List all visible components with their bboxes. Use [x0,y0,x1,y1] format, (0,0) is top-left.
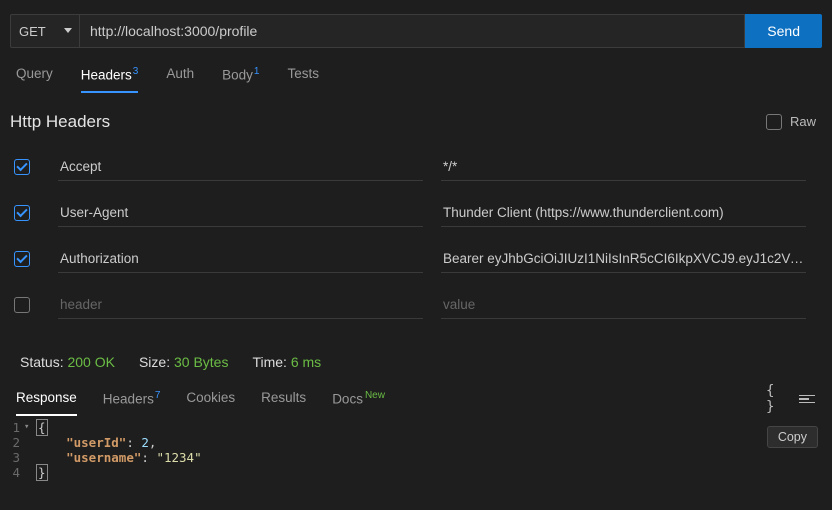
tab-auth[interactable]: Auth [166,58,194,93]
time-block: Time: 6 ms [252,354,321,370]
tab-cookies[interactable]: Cookies [186,382,235,417]
editor-line: 2 "userId": 2, [0,435,832,450]
tab-headers[interactable]: Headers3 [81,58,139,93]
status-value: 200 OK [67,354,114,370]
status-block: Status: 200 OK [20,354,115,370]
fold-icon[interactable]: ▾ [24,420,36,435]
method-select-wrap: GET [10,14,80,48]
response-editor[interactable]: Copy 1▾ { 2 "userId": 2, 3 "username": "… [0,416,832,480]
header-enable-checkbox[interactable] [14,251,30,267]
header-value-input[interactable] [441,245,806,273]
tab-response[interactable]: Response [16,382,77,417]
header-value-input[interactable] [441,199,806,227]
tab-tests[interactable]: Tests [287,58,319,93]
raw-toggle[interactable]: Raw [766,114,816,130]
headers-title: Http Headers [10,112,110,132]
size-block: Size: 30 Bytes [139,354,229,370]
tab-query[interactable]: Query [16,58,53,93]
tab-body-label: Body [222,68,253,83]
response-status-row: Status: 200 OK Size: 30 Bytes Time: 6 ms [0,328,832,382]
editor-line: 1▾ { [0,420,832,435]
header-name-input[interactable] [58,245,423,273]
url-input[interactable] [80,14,745,48]
request-tabs: Query Headers3 Auth Body1 Tests [0,58,832,94]
wrap-lines-icon[interactable] [798,390,816,408]
headers-title-row: Http Headers Raw [0,94,832,144]
time-value: 6 ms [291,354,321,370]
response-view-icons: { } [766,390,816,408]
editor-line: 3 "username": "1234" [0,450,832,465]
header-row-user-agent [0,190,832,236]
copy-button[interactable]: Copy [767,426,818,448]
header-row-authorization [0,236,832,282]
header-value-input[interactable] [441,153,806,181]
header-name-input[interactable] [58,199,423,227]
header-value-input[interactable] [441,291,806,319]
header-enable-checkbox[interactable] [14,297,30,313]
tab-docs[interactable]: DocsNew [332,382,385,417]
response-tabs-row: Response Headers7 Cookies Results DocsNe… [0,382,832,417]
method-select[interactable]: GET [10,14,80,48]
docs-new-badge: New [365,390,385,401]
tab-body-badge: 1 [254,66,260,77]
size-value: 30 Bytes [174,354,228,370]
resp-headers-badge: 7 [155,390,161,401]
editor-line: 4 } [0,465,832,480]
header-row-accept [0,144,832,190]
header-row-empty [0,282,832,328]
tab-headers-label: Headers [81,68,132,83]
tab-resp-headers[interactable]: Headers7 [103,382,161,417]
raw-label: Raw [790,114,816,129]
tab-results[interactable]: Results [261,382,306,417]
header-name-input[interactable] [58,291,423,319]
request-bar: GET Send [0,0,832,58]
send-button[interactable]: Send [745,14,822,48]
raw-checkbox[interactable] [766,114,782,130]
format-json-icon[interactable]: { } [766,390,784,408]
tab-headers-badge: 3 [133,66,139,77]
response-tabs: Response Headers7 Cookies Results DocsNe… [16,382,766,417]
tab-body[interactable]: Body1 [222,58,259,93]
header-name-input[interactable] [58,153,423,181]
header-enable-checkbox[interactable] [14,159,30,175]
header-enable-checkbox[interactable] [14,205,30,221]
